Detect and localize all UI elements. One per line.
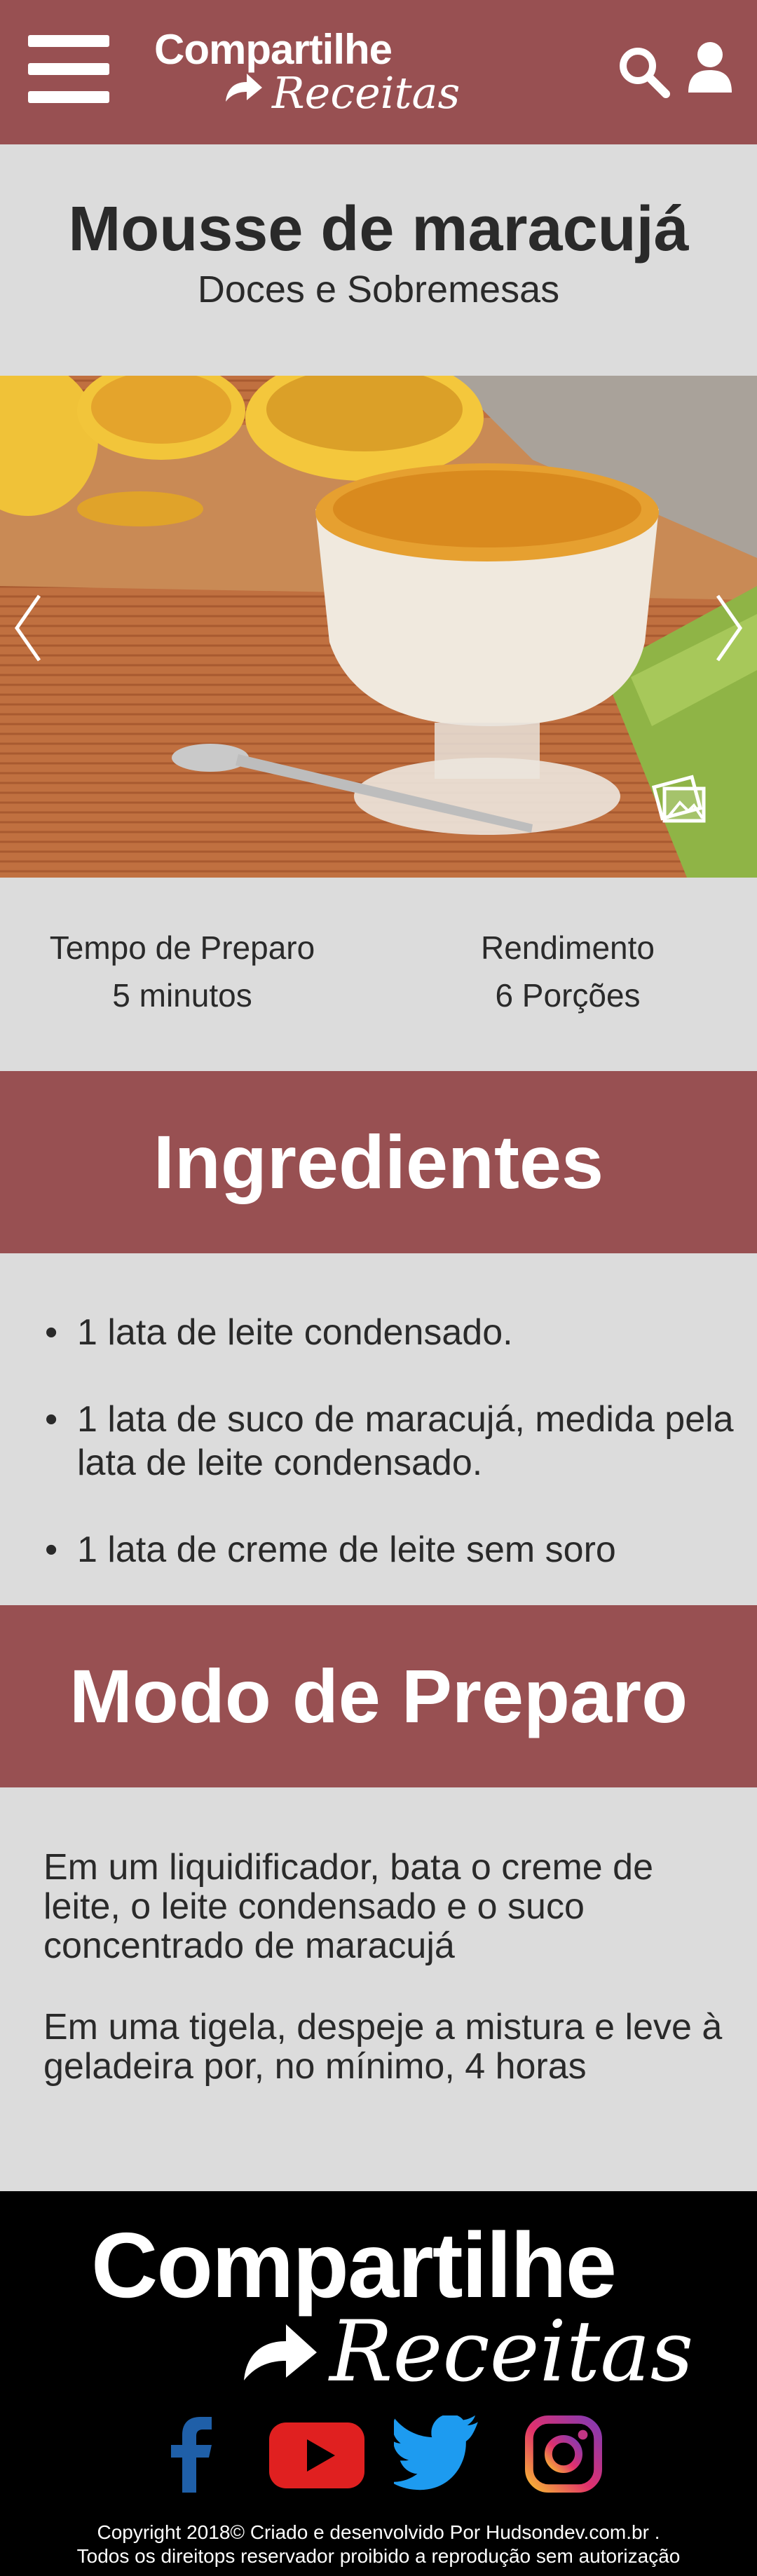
menu-bar-bottom xyxy=(28,91,109,103)
list-item: • 1 lata de creme de leite sem soro xyxy=(42,1528,743,1572)
youtube-icon[interactable] xyxy=(269,2415,364,2493)
share-arrow-icon xyxy=(226,74,262,102)
site-header: Compartilhe Receitas xyxy=(0,0,757,144)
gallery-icon[interactable] xyxy=(652,772,708,828)
chevron-left-icon[interactable] xyxy=(7,586,49,670)
list-item: • 1 lata de leite condensado. xyxy=(42,1311,743,1354)
footer-logo-line1: Compartilhe xyxy=(91,2214,617,2317)
menu-bar-middle xyxy=(28,63,109,75)
bullet: • xyxy=(45,1399,58,1440)
bullet: • xyxy=(45,1312,58,1353)
logo-line1: Compartilhe xyxy=(154,26,393,73)
instagram-icon[interactable] xyxy=(524,2415,603,2493)
hamburger-menu-icon[interactable] xyxy=(28,35,109,104)
facebook-icon[interactable] xyxy=(168,2415,217,2493)
list-item: • 1 lata de suco de maracujá, medida pel… xyxy=(42,1398,743,1485)
recipe-photo xyxy=(0,376,757,878)
prep-time: Tempo de Preparo 5 minutos xyxy=(21,924,343,1019)
recipe-category[interactable]: Doces e Sobremesas xyxy=(0,268,757,311)
preparation-step: Em um liquidificador, bata o creme de le… xyxy=(43,1847,653,1966)
preparation-step: Em uma tigela, despeje a mistura e leve … xyxy=(43,2007,723,2087)
recipe-image-carousel[interactable] xyxy=(0,376,757,878)
ingredient-text: 1 lata de leite condensado. xyxy=(77,1312,513,1353)
menu-bar-top xyxy=(28,35,109,47)
ingredients-heading: Ingredientes xyxy=(0,1071,757,1253)
recipe-title: Mousse de maracujá xyxy=(68,194,689,264)
prep-time-label: Tempo de Preparo xyxy=(49,929,315,966)
yield-label: Rendimento xyxy=(480,929,655,966)
site-logo[interactable]: Compartilhe Receitas xyxy=(154,25,460,118)
preparation-steps: Em um liquidificador, bata o creme de le… xyxy=(0,1787,757,2191)
copyright-line2: Todos os direitops reservador proibido a… xyxy=(76,2545,681,2567)
recipe-title-block: Mousse de maracujá Doces e Sobremesas xyxy=(0,144,757,376)
prep-time-value: 5 minutos xyxy=(112,977,252,1014)
copyright: Copyright 2018© Criado e desenvolvido Po… xyxy=(0,2521,757,2568)
ingredients-list: • 1 lata de leite condensado. • 1 lata d… xyxy=(0,1253,757,1605)
site-footer: Compartilhe Receitas xyxy=(0,2191,757,2576)
preparation-heading: Modo de Preparo xyxy=(0,1605,757,1787)
ingredient-text: 1 lata de creme de leite sem soro xyxy=(77,1529,616,1570)
twitter-icon[interactable] xyxy=(394,2415,481,2493)
footer-logo-line2: Receitas xyxy=(329,2303,694,2401)
user-icon[interactable] xyxy=(687,41,733,94)
recipe-info: Tempo de Preparo 5 minutos Rendimento 6 … xyxy=(0,878,757,1071)
yield-value: 6 Porções xyxy=(495,977,641,1014)
copyright-line1: Copyright 2018© Criado e desenvolvido Po… xyxy=(97,2521,660,2543)
chevron-right-icon[interactable] xyxy=(708,586,750,670)
logo-line2: Receitas xyxy=(272,67,461,118)
yield: Rendimento 6 Porções xyxy=(407,924,729,1019)
ingredient-text: 1 lata de suco de maracujá, medida pela … xyxy=(77,1399,734,1483)
share-arrow-icon xyxy=(244,2324,317,2380)
bullet: • xyxy=(45,1529,58,1570)
search-icon[interactable] xyxy=(617,45,670,98)
